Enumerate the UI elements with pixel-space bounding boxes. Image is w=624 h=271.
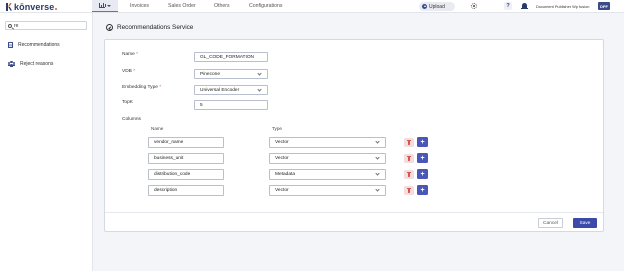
chevron-down-icon — [257, 87, 262, 92]
cancel-button[interactable]: Cancel — [538, 218, 563, 228]
column-name-field[interactable]: description — [148, 185, 224, 196]
search-input[interactable] — [14, 22, 84, 29]
embedding-type-label: Embedding Type * — [122, 85, 162, 90]
chevron-down-icon — [375, 171, 380, 176]
column-name-field[interactable]: business_unit — [148, 153, 224, 164]
upload-icon — [422, 4, 427, 9]
page-title: Recommendations Service — [117, 24, 194, 31]
column-type-select[interactable]: Metadata — [269, 169, 386, 180]
chevron-down-icon — [107, 4, 111, 7]
chevron-down-icon — [257, 71, 262, 76]
chevron-down-icon — [375, 187, 380, 192]
upload-button[interactable]: Upload — [419, 2, 455, 11]
add-row-button[interactable]: + — [417, 169, 428, 179]
sidebar-search[interactable] — [5, 21, 87, 30]
logo-mark-icon — [6, 2, 13, 11]
nav-invoices[interactable]: Invoices — [130, 3, 149, 9]
chart-icon — [99, 3, 106, 8]
top-bar: kōnverse Invoices Sales Order Others Con… — [0, 0, 624, 13]
embedding-type-select[interactable]: Universal Encoder — [194, 85, 268, 95]
column-name-field[interactable]: vendor_name — [148, 137, 224, 148]
search-icon — [8, 23, 12, 28]
app-switcher[interactable] — [92, 0, 118, 12]
add-row-button[interactable]: + — [417, 137, 428, 147]
save-button[interactable]: Save — [573, 218, 597, 228]
page-header: Recommendations Service — [106, 24, 193, 31]
document-icon — [8, 42, 13, 48]
column-type-value: Metadata — [275, 172, 296, 177]
vdb-label: VDB * — [122, 69, 136, 74]
column-type-select[interactable]: Vector — [269, 185, 386, 196]
back-arrow-icon[interactable] — [106, 24, 113, 31]
nav-configurations[interactable]: Configurations — [249, 3, 282, 9]
column-type-value: Vector — [275, 140, 289, 145]
topk-field[interactable]: 5 — [194, 100, 268, 110]
sidebar-item-label: Recommendations — [18, 42, 60, 48]
column-name-field[interactable]: distribution_code — [148, 169, 224, 180]
people-icon — [8, 61, 15, 67]
column-type-select[interactable]: Vector — [269, 153, 386, 164]
column-type-header: Type — [272, 126, 282, 131]
add-row-button[interactable]: + — [417, 185, 428, 195]
trash-icon — [407, 172, 411, 177]
vdb-select[interactable]: Pinecone — [194, 69, 268, 79]
form-card: Name * GL_CODE_FORMATION VDB * Pinecone … — [104, 39, 604, 232]
trash-icon — [407, 156, 411, 161]
name-field[interactable]: GL_CODE_FORMATION — [194, 52, 268, 62]
column-name-header: Name — [151, 126, 164, 131]
konverse-logo[interactable]: kōnverse — [6, 1, 58, 12]
logo-text: kōnverse — [14, 1, 55, 12]
chevron-down-icon — [375, 155, 380, 160]
upload-label: Upload — [429, 3, 445, 10]
nav-sales-order[interactable]: Sales Order — [168, 3, 196, 9]
name-label: Name * — [122, 52, 139, 57]
trash-icon — [407, 188, 411, 193]
column-type-select[interactable]: Vector — [269, 137, 386, 148]
bell-icon[interactable] — [521, 2, 528, 10]
delete-row-button[interactable] — [404, 186, 414, 195]
logo-dot — [55, 7, 58, 10]
sidebar: Recommendations Reject reasons — [0, 13, 93, 271]
chevron-down-icon — [375, 139, 380, 144]
sidebar-item-recommendations[interactable]: Recommendations — [8, 42, 60, 48]
delete-row-button[interactable] — [404, 138, 414, 147]
columns-label: Columns — [122, 117, 141, 122]
vdb-value: Pinecone — [200, 71, 221, 77]
add-row-button[interactable]: + — [417, 153, 428, 163]
topk-label: TopK — [122, 100, 133, 105]
help-button[interactable]: ? — [504, 2, 512, 10]
trash-icon — [407, 140, 411, 145]
column-type-value: Vector — [275, 156, 289, 161]
user-name[interactable]: Document Publisher Wp fusion — [536, 4, 589, 9]
sidebar-item-label: Reject reasons — [20, 61, 54, 67]
column-type-value: Vector — [275, 188, 289, 193]
embedding-type-value: Universal Encoder — [200, 87, 240, 93]
delete-row-button[interactable] — [404, 170, 414, 179]
delete-row-button[interactable] — [404, 154, 414, 163]
footer-divider — [105, 212, 603, 213]
gear-icon[interactable] — [471, 3, 477, 9]
sidebar-item-reject-reasons[interactable]: Reject reasons — [8, 61, 53, 67]
avatar[interactable]: DPF — [598, 2, 610, 10]
nav-others[interactable]: Others — [214, 3, 230, 9]
